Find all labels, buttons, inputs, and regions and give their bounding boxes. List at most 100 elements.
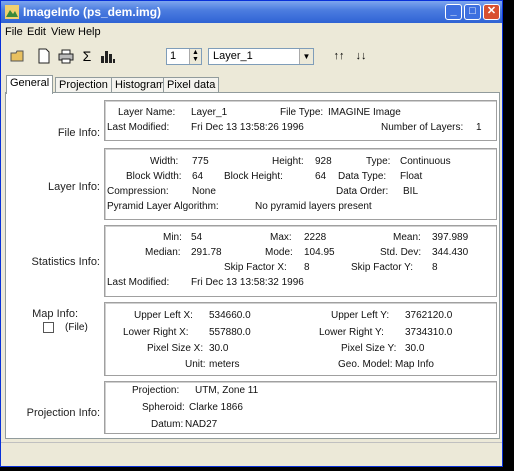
menu-file[interactable]: File: [5, 26, 23, 38]
file-checkbox[interactable]: [43, 322, 54, 333]
new-document-icon[interactable]: [35, 47, 53, 65]
num-layers-label: Number of Layers:: [381, 122, 464, 133]
min-label: Min:: [163, 232, 182, 243]
sort-down-icon[interactable]: ↓↓: [352, 47, 370, 65]
max-value: 2228: [304, 232, 327, 243]
layer-info-box: Width: 775 Height: 928 Type: Continuous …: [104, 148, 497, 220]
height-label: Height:: [272, 156, 304, 167]
last-modified-value: Fri Dec 13 13:58:26 1996: [191, 122, 304, 133]
pyramid-value: No pyramid layers present: [255, 201, 372, 212]
sum-icon[interactable]: Σ: [78, 47, 96, 65]
band-spinner[interactable]: 1 ▲ ▼: [166, 48, 202, 65]
layer-info-label: Layer Info:: [48, 181, 100, 193]
stats-last-modified-value: Fri Dec 13 13:58:32 1996: [191, 277, 304, 288]
tab-general[interactable]: General: [6, 75, 54, 94]
compression-label: Compression:: [107, 186, 169, 197]
stddev-label: Std. Dev:: [380, 247, 422, 258]
type-value: Continuous: [400, 156, 451, 167]
statistics-info-box: Min: 54 Max: 2228 Mean: 397.989 Median: …: [104, 225, 497, 297]
histogram-icon[interactable]: [99, 47, 117, 65]
pixel-size-x-value: 30.0: [209, 343, 229, 354]
projection-info-label: Projection Info:: [26, 407, 100, 419]
imageinfo-window: ImageInfo (ps_dem.img) _ □ ✕ File Edit V…: [0, 0, 503, 467]
mean-value: 397.989: [432, 232, 469, 243]
upper-left-y-value: 3762120.0: [405, 310, 453, 321]
data-order-label: Data Order:: [336, 186, 389, 197]
spheroid-label: Spheroid:: [142, 402, 185, 413]
file-type-label: File Type:: [280, 107, 324, 118]
datum-label: Datum:: [151, 419, 184, 430]
datum-value: NAD27: [185, 419, 218, 430]
spin-arrows-icon[interactable]: ▲ ▼: [189, 49, 201, 64]
lower-right-y-label: Lower Right Y:: [319, 327, 384, 338]
layer-name-value: Layer_1: [191, 107, 228, 118]
unit-value: meters: [209, 359, 240, 370]
width-label: Width:: [150, 156, 179, 167]
file-checkbox-label: (File): [65, 322, 88, 333]
median-label: Median:: [145, 247, 181, 258]
upper-left-x-label: Upper Left X:: [134, 310, 193, 321]
data-order-value: BIL: [403, 186, 419, 197]
type-label: Type:: [366, 156, 391, 167]
tab-histogram[interactable]: Histogram: [111, 77, 170, 93]
open-folder-icon[interactable]: [9, 47, 27, 65]
menu-edit[interactable]: Edit: [27, 26, 46, 38]
sort-up-icon[interactable]: ↑↑: [330, 47, 348, 65]
tab-pixel-data[interactable]: Pixel data: [163, 77, 220, 93]
height-value: 928: [315, 156, 332, 167]
file-info-label: File Info:: [57, 127, 100, 139]
stats-last-modified-label: Last Modified:: [107, 277, 170, 288]
block-width-label: Block Width:: [126, 171, 182, 182]
geo-model-value: Map Info: [395, 359, 434, 370]
compression-value: None: [192, 186, 216, 197]
pixel-size-x-label: Pixel Size X:: [147, 343, 204, 354]
status-bar: [1, 442, 502, 466]
toolbar: Σ 1 ▲ ▼ Layer_1 ▼ ↑↑ ↓↓: [1, 43, 502, 69]
menu-help[interactable]: Help: [78, 26, 101, 38]
lower-right-y-value: 3734310.0: [405, 327, 453, 338]
upper-left-y-label: Upper Left Y:: [331, 310, 390, 321]
pyramid-label: Pyramid Layer Algorithm:: [107, 201, 219, 212]
menu-bar: File Edit View Help: [1, 23, 502, 41]
block-height-value: 64: [315, 171, 327, 182]
min-value: 54: [191, 232, 203, 243]
file-info-box: Layer Name: Layer_1 File Type: IMAGINE I…: [104, 100, 497, 141]
stddev-value: 344.430: [432, 247, 469, 258]
upper-left-x-value: 534660.0: [209, 310, 251, 321]
tab-projection[interactable]: Projection: [55, 77, 112, 93]
projection-label: Projection:: [132, 385, 180, 396]
layer-select[interactable]: Layer_1 ▼: [208, 48, 314, 65]
skip-factor-x-value: 8: [304, 262, 310, 273]
window-title: ImageInfo (ps_dem.img): [23, 5, 162, 19]
menu-view[interactable]: View: [51, 26, 75, 38]
num-layers-value: 1: [476, 122, 482, 133]
projection-info-box: Projection: UTM, Zone 11 Spheroid: Clark…: [104, 381, 497, 434]
minimize-button[interactable]: _: [445, 4, 462, 20]
lower-right-x-label: Lower Right X:: [123, 327, 189, 338]
unit-label: Unit:: [185, 359, 206, 370]
file-type-value: IMAGINE Image: [328, 107, 401, 118]
title-bar[interactable]: ImageInfo (ps_dem.img) _ □ ✕: [1, 1, 502, 23]
block-width-value: 64: [192, 171, 204, 182]
geo-model-label: Geo. Model:: [338, 359, 393, 370]
general-panel: File Info: Layer Name: Layer_1 File Type…: [5, 92, 500, 439]
lower-right-x-value: 557880.0: [209, 327, 251, 338]
maximize-button[interactable]: □: [464, 4, 481, 20]
data-type-value: Float: [400, 171, 423, 182]
layer-select-value: Layer_1: [213, 50, 253, 62]
app-icon: [5, 5, 19, 19]
skip-factor-y-label: Skip Factor Y:: [351, 262, 414, 273]
width-value: 775: [192, 156, 209, 167]
max-label: Max:: [270, 232, 292, 243]
mode-label: Mode:: [265, 247, 293, 258]
chevron-down-icon[interactable]: ▼: [299, 49, 313, 64]
skip-factor-y-value: 8: [432, 262, 438, 273]
pixel-size-y-value: 30.0: [405, 343, 425, 354]
print-icon[interactable]: [57, 47, 75, 65]
close-button[interactable]: ✕: [483, 4, 500, 20]
map-info-box: Upper Left X: 534660.0 Upper Left Y: 376…: [104, 302, 497, 376]
layer-name-label: Layer Name:: [118, 107, 176, 118]
skip-factor-x-label: Skip Factor X:: [224, 262, 287, 273]
block-height-label: Block Height:: [224, 171, 283, 182]
mean-label: Mean:: [393, 232, 421, 243]
